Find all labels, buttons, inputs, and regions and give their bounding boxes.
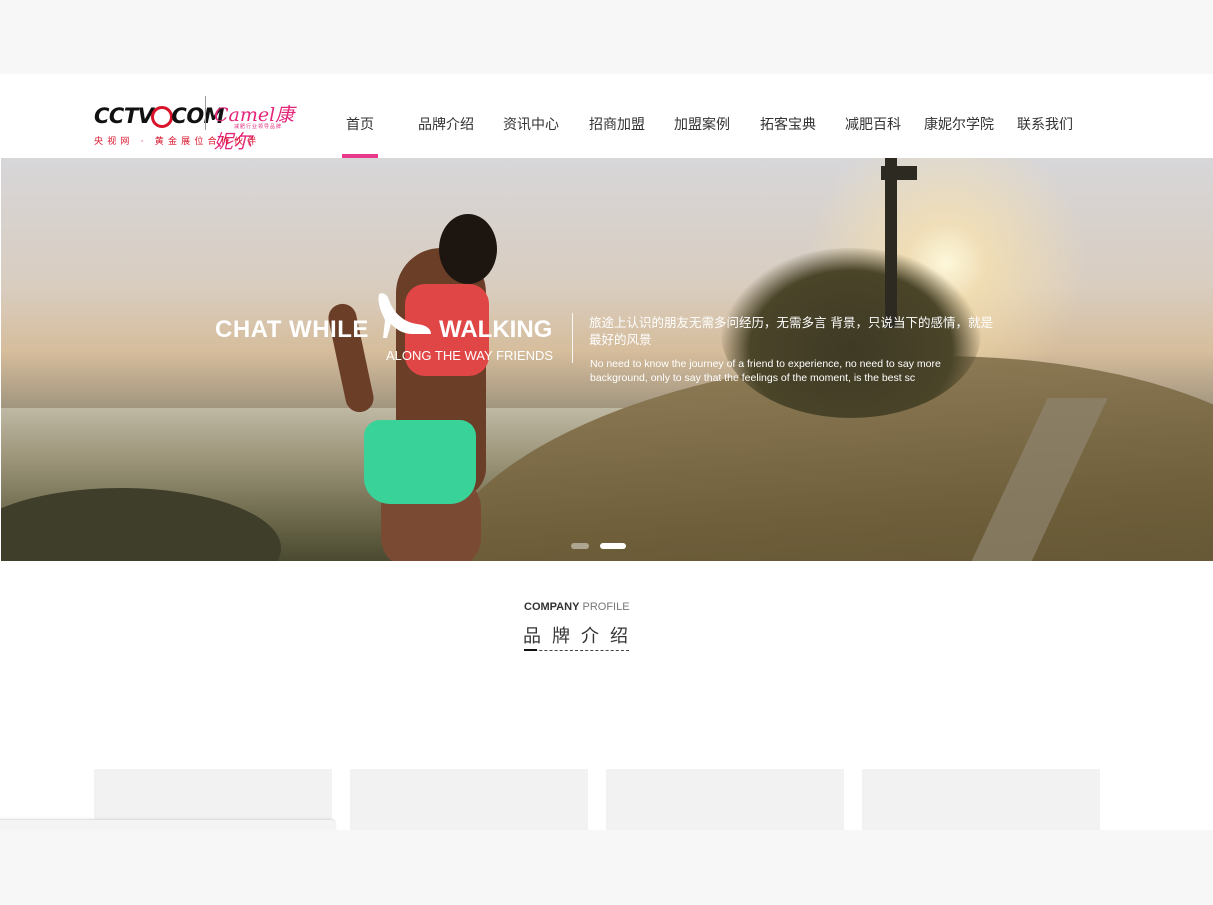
logo-tagline: 央视网 · 黄金展位合作伙伴: [94, 137, 261, 147]
banner-signpost-arm: [881, 166, 917, 180]
logo-divider: [205, 96, 206, 130]
section-title-underline-accent: [524, 649, 537, 651]
nav-item-wiki[interactable]: 减肥百科: [845, 74, 901, 158]
cctv-logo-text: CCTV: [94, 104, 154, 128]
nav-item-news[interactable]: 资讯中心: [503, 74, 559, 158]
section-subtitle-light: PROFILE: [582, 601, 630, 613]
brand-card[interactable]: [862, 769, 1100, 830]
logo[interactable]: CCTV COM Camel康妮尔 减肥行业领导品牌 央视网 · 黄金展位合作伙伴: [94, 92, 309, 153]
brand-card[interactable]: [606, 769, 844, 830]
brand-card[interactable]: [350, 769, 588, 830]
nav-item-brand[interactable]: 品牌介绍: [418, 74, 474, 158]
camel-logo-subtitle: 减肥行业领导品牌: [234, 124, 283, 130]
nav-item-academy[interactable]: 康妮尔学院: [924, 74, 994, 158]
high-heel-icon: [378, 293, 431, 338]
banner-slogan-walking: WALKING: [439, 316, 553, 343]
nav-item-contact[interactable]: 联系我们: [1017, 74, 1073, 158]
banner-text-cn: 旅途上认识的朋友无需多问经历，无需多言 背景，只说当下的感情，就是最好的风景: [589, 315, 993, 347]
header: CCTV COM Camel康妮尔 减肥行业领导品牌 央视网 · 黄金展位合作伙伴…: [0, 74, 1213, 158]
hero-banner[interactable]: CHAT WHILE WALKING ALONG THE WAY FRIENDS…: [1, 158, 1213, 561]
section-title-underline: [524, 650, 629, 651]
section-title: 品牌介绍: [523, 626, 639, 647]
floating-chat-bar[interactable]: [0, 819, 336, 830]
nav-item-franchise[interactable]: 招商加盟: [589, 74, 645, 158]
slider-dot[interactable]: [571, 543, 589, 549]
banner-slogan-main: CHAT WHILE: [215, 316, 369, 343]
nav-item-cases[interactable]: 加盟案例: [674, 74, 730, 158]
section-subtitle-bold: COMPANY: [524, 601, 580, 613]
banner-signpost: [885, 158, 897, 328]
nav-item-home[interactable]: 首页: [342, 74, 378, 158]
runner-shorts: [364, 420, 476, 504]
runner-hair: [439, 214, 497, 284]
nav-item-guide[interactable]: 拓客宝典: [760, 74, 816, 158]
slider-dot-active[interactable]: [600, 543, 626, 549]
page: CCTV COM Camel康妮尔 减肥行业领导品牌 央视网 · 黄金展位合作伙伴…: [0, 74, 1213, 830]
banner-text-en: No need to know the journey of a friend …: [590, 358, 941, 384]
banner-slogan-sub: ALONG THE WAY FRIENDS: [386, 348, 554, 363]
section-subtitle: COMPANY PROFILE: [524, 601, 630, 613]
banner-divider: [572, 313, 573, 363]
